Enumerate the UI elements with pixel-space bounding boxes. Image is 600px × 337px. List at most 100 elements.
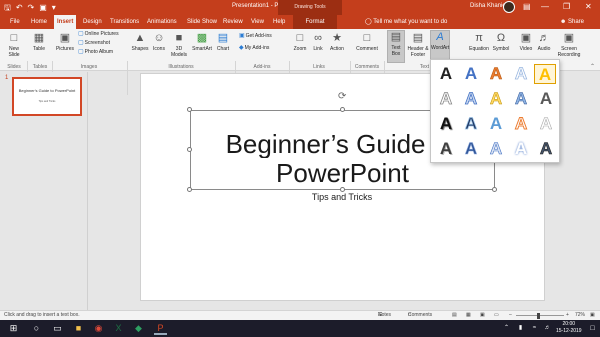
- screenshot-button[interactable]: ▢Screenshot: [78, 40, 110, 47]
- action-button[interactable]: ★ Action: [328, 32, 346, 52]
- resize-handle[interactable]: [187, 107, 192, 112]
- tab-review[interactable]: Review: [220, 15, 246, 29]
- symbol-button[interactable]: Ω Symbol: [491, 32, 511, 52]
- screen-recording-button[interactable]: ▣ Screen Recording: [556, 32, 582, 58]
- equation-button[interactable]: π Equation: [467, 32, 491, 52]
- wordart-style-1[interactable]: A: [435, 64, 457, 84]
- text-box-button[interactable]: ▤ Text Box: [387, 30, 405, 63]
- avatar[interactable]: [503, 1, 515, 13]
- tab-insert[interactable]: Insert: [54, 15, 77, 29]
- wordart-style-11[interactable]: A: [435, 114, 457, 134]
- zoom-out-icon[interactable]: –: [509, 311, 512, 320]
- task-view-icon[interactable]: ▭: [51, 322, 64, 335]
- wordart-style-12[interactable]: A: [460, 114, 482, 134]
- wordart-style-13[interactable]: A: [485, 114, 507, 134]
- tab-help[interactable]: Help: [270, 15, 288, 29]
- wordart-style-10[interactable]: A: [535, 89, 557, 109]
- wordart-style-9[interactable]: A: [510, 89, 532, 109]
- tab-format[interactable]: Format: [293, 15, 337, 29]
- user-name[interactable]: Disha Khanie: [470, 3, 506, 9]
- get-addins-button[interactable]: ▣Get Add-ins: [239, 33, 272, 40]
- new-slide-button[interactable]: □ New Slide: [4, 32, 24, 58]
- icons-button[interactable]: ☺ Icons: [151, 32, 167, 52]
- windows-start-icon[interactable]: ⊞: [7, 322, 20, 335]
- volume-icon[interactable]: ♬: [541, 322, 554, 335]
- wifi-icon[interactable]: ≈: [528, 322, 541, 335]
- network-icon[interactable]: ⌃: [500, 322, 513, 335]
- table-button[interactable]: ▦ Table: [30, 32, 48, 52]
- tell-me-search[interactable]: ◯ Tell me what you want to do: [365, 15, 447, 29]
- taskbar-clock[interactable]: 20:00 15-12-2019: [556, 321, 582, 335]
- smartart-button[interactable]: ▩ SmartArt: [191, 32, 213, 52]
- slideshow-view-icon[interactable]: ▭: [494, 311, 499, 320]
- reading-view-icon[interactable]: ▣: [480, 311, 485, 320]
- ribbon-options-icon[interactable]: ▤: [523, 2, 531, 12]
- online-pictures-button[interactable]: ▢Online Pictures: [78, 31, 119, 38]
- rotate-handle-icon[interactable]: ⟳: [338, 92, 346, 102]
- tab-file[interactable]: File: [7, 15, 23, 29]
- excel-icon[interactable]: X: [112, 322, 125, 335]
- save-icon[interactable]: 🖫: [4, 2, 11, 13]
- wordart-style-14[interactable]: A: [510, 114, 532, 134]
- normal-view-icon[interactable]: ▤: [452, 311, 457, 320]
- tab-home[interactable]: Home: [28, 15, 50, 29]
- title-bar: 🖫 ↶ ↷ ▣ ▾ Presentation1 - PowerPoint Dra…: [0, 0, 600, 15]
- wordart-style-8[interactable]: A: [485, 89, 507, 109]
- resize-handle[interactable]: [492, 187, 497, 192]
- notifications-icon[interactable]: □: [586, 322, 599, 335]
- shapes-button[interactable]: ▲ Shapes: [131, 32, 149, 52]
- zoom-level[interactable]: 72%: [575, 311, 585, 320]
- wordart-style-15[interactable]: A: [535, 114, 557, 134]
- pictures-button[interactable]: ▣ Pictures: [54, 32, 76, 52]
- wordart-style-20[interactable]: A: [535, 139, 557, 159]
- powerpoint-taskbar-icon[interactable]: P: [154, 322, 167, 335]
- battery-icon[interactable]: ▮: [514, 322, 527, 335]
- my-addins-button[interactable]: ◆My Add-ins: [239, 45, 269, 52]
- wordart-style-16[interactable]: A: [435, 139, 457, 159]
- zoom-in-icon[interactable]: +: [566, 311, 569, 320]
- video-button[interactable]: ▣ Video: [518, 32, 534, 52]
- collapse-ribbon-icon[interactable]: ⌃: [590, 62, 595, 72]
- comment-button[interactable]: □ Comment: [354, 32, 380, 52]
- zoom-button[interactable]: □ Zoom: [292, 32, 308, 52]
- tab-transitions[interactable]: Transitions: [107, 15, 142, 29]
- wordart-style-5[interactable]: A: [534, 64, 556, 84]
- close-icon[interactable]: ✕: [585, 2, 592, 12]
- file-explorer-icon[interactable]: ■: [72, 322, 85, 335]
- wordart-style-19[interactable]: A: [510, 139, 532, 159]
- audio-button[interactable]: ♬ Audio: [536, 32, 552, 52]
- slide-sorter-icon[interactable]: ▦: [466, 311, 471, 320]
- photo-album-button[interactable]: ▢Photo Album: [78, 49, 113, 56]
- wordart-style-4[interactable]: A: [510, 64, 532, 84]
- resize-handle[interactable]: [187, 147, 192, 152]
- header-footer-button[interactable]: ▤ Header & Footer: [407, 32, 429, 58]
- redo-icon[interactable]: ↷: [28, 2, 35, 13]
- resize-handle[interactable]: [340, 107, 345, 112]
- wordart-style-17[interactable]: A: [460, 139, 482, 159]
- customize-icon[interactable]: ▾: [52, 2, 56, 13]
- 3d-models-button[interactable]: ■ 3D Models: [169, 32, 189, 58]
- tab-view[interactable]: View: [248, 15, 267, 29]
- zoom-slider[interactable]: [516, 315, 564, 316]
- wordart-style-2[interactable]: A: [460, 64, 482, 84]
- search-icon[interactable]: ○: [30, 322, 43, 335]
- link-button[interactable]: ∞ Link: [311, 32, 325, 52]
- share-button[interactable]: ☻ Share: [560, 17, 584, 27]
- restore-icon[interactable]: ❐: [563, 2, 570, 12]
- minimize-icon[interactable]: —: [541, 2, 549, 12]
- wordart-style-6[interactable]: A: [435, 89, 457, 109]
- chart-button[interactable]: ▤ Chart: [215, 32, 231, 52]
- presenter-icon[interactable]: ▣: [39, 2, 47, 13]
- tab-design[interactable]: Design: [80, 15, 105, 29]
- undo-icon[interactable]: ↶: [16, 2, 23, 13]
- app-icon[interactable]: ◆: [132, 322, 145, 335]
- wordart-style-18[interactable]: A: [485, 139, 507, 159]
- chrome-icon[interactable]: ◉: [92, 322, 105, 335]
- zoom-slider-thumb[interactable]: [537, 313, 540, 319]
- wordart-style-7[interactable]: A: [460, 89, 482, 109]
- wordart-style-3[interactable]: A: [485, 64, 507, 84]
- tab-animations[interactable]: Animations: [144, 15, 180, 29]
- tab-slide-show[interactable]: Slide Show: [184, 15, 220, 29]
- slide-thumbnail[interactable]: Beginner's Guide to PowerPoint Tips and …: [12, 77, 82, 116]
- fit-slide-icon[interactable]: ▣: [590, 311, 595, 320]
